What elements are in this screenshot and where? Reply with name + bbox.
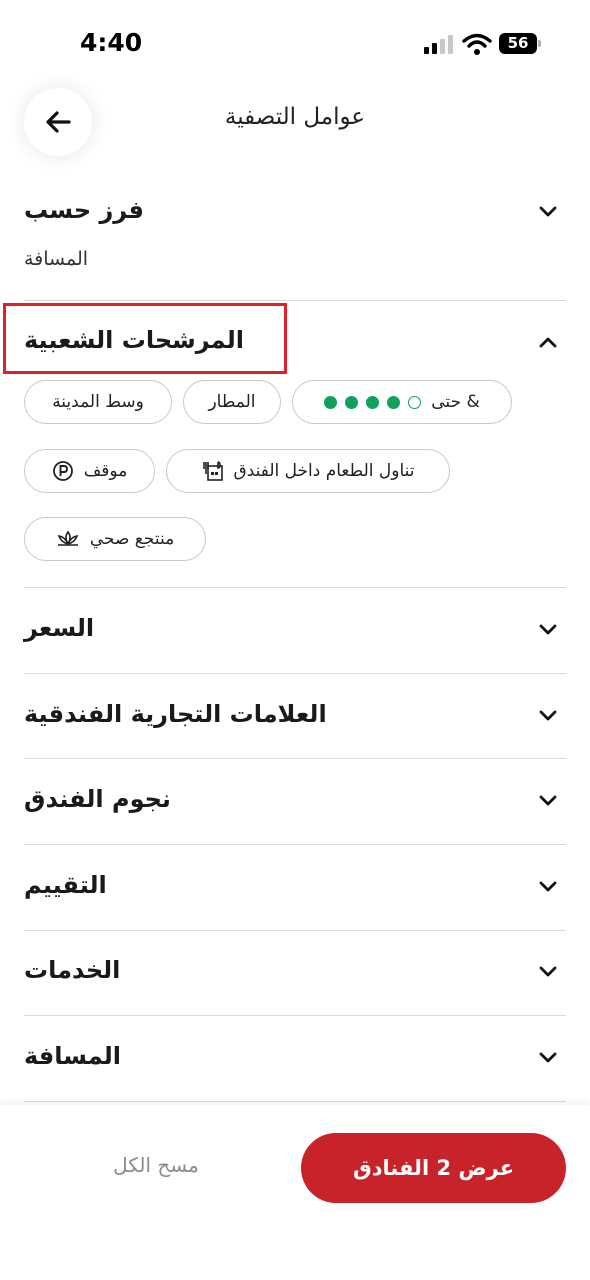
divider [24,300,566,301]
chevron-down-icon [539,624,557,635]
divider [24,587,566,588]
distance-section-header[interactable]: المسافة [24,1040,566,1076]
sort-section-header[interactable]: فرز حسب [24,194,566,230]
page-title: عوامل التصفية [224,104,366,130]
divider [24,1101,566,1102]
chevron-down-icon [539,206,557,217]
sort-section-title: فرز حسب [24,196,144,224]
rating-section-header[interactable]: التقييم [24,869,566,905]
cellular-signal-icon [424,34,454,54]
rating-dot [345,395,359,409]
divider [24,1015,566,1016]
sort-value: المسافة [24,248,89,270]
amenities-section-title: الخدمات [24,956,121,984]
dining-chip-label: تناول الطعام داخل الفندق [233,461,415,481]
rating-chip-label: & حتى [431,392,480,412]
price-section-header[interactable]: السعر [24,612,566,648]
spa-chip[interactable]: منتجع صحي [24,517,206,561]
downtown-chip-label: وسط المدينة [52,392,144,412]
rating-dot [324,395,338,409]
divider [24,673,566,674]
stars-section-title: نجوم الفندق [24,785,171,813]
wifi-icon [462,33,492,55]
brands-section-title: العلامات التجارية الفندقية [24,700,327,728]
rating-dots [324,395,422,409]
airport-chip[interactable]: المطار [183,380,281,424]
popular-section-title: المرشحات الشعبية [24,326,244,354]
restaurant-icon [202,461,223,481]
divider [24,844,566,845]
chevron-down-icon [539,966,557,977]
price-section-title: السعر [24,614,95,642]
footer-bar: عرض 2 الفنادق مسح الكل [0,1105,590,1280]
rating-dot [366,395,380,409]
distance-section-title: المسافة [24,1042,122,1070]
rating-section-title: التقييم [24,871,107,899]
battery-level: 56 [507,34,529,52]
lotus-icon [57,530,78,546]
chevron-down-icon [539,881,557,892]
dining-chip[interactable]: تناول الطعام داخل الفندق [166,449,450,493]
spa-chip-label: منتجع صحي [89,529,175,549]
status-time: 4:40 [80,28,143,57]
chevron-up-icon [539,337,557,348]
divider [24,930,566,931]
rating-dot [387,395,401,409]
stars-section-header[interactable]: نجوم الفندق [24,783,566,819]
downtown-chip[interactable]: وسط المدينة [24,380,172,424]
chevron-down-icon [539,710,557,721]
status-bar: 4:40 56 [0,0,590,80]
amenities-section-header[interactable]: الخدمات [24,954,566,990]
brands-section-header[interactable]: العلامات التجارية الفندقية [24,698,566,734]
battery-icon: 56 [499,33,537,54]
parking-icon [52,461,73,481]
divider [24,758,566,759]
rating-chip[interactable]: & حتى [292,380,512,424]
rating-dot-empty [408,395,422,409]
show-hotels-button[interactable]: عرض 2 الفنادق [301,1133,566,1203]
popular-section-header[interactable]: المرشحات الشعبية [24,324,566,360]
clear-all-button[interactable]: مسح الكل [100,1153,212,1177]
parking-chip-label: موقف [83,461,128,481]
chevron-down-icon [539,1052,557,1063]
chevron-down-icon [539,795,557,806]
parking-chip[interactable]: موقف [24,449,155,493]
battery-tip [538,40,541,47]
airport-chip-label: المطار [208,392,256,412]
